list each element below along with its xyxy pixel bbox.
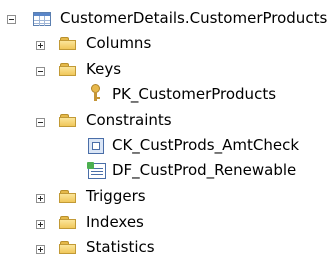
folder-icon (59, 216, 77, 229)
expand-icon[interactable] (36, 220, 45, 229)
table-icon (33, 12, 51, 26)
keys-label[interactable]: Keys (86, 60, 121, 78)
df-label[interactable]: DF_CustProd_Renewable (112, 161, 296, 179)
pk-label[interactable]: PK_CustomerProducts (112, 85, 276, 103)
root-label[interactable]: CustomerDetails.CustomerProducts (60, 9, 327, 27)
expand-icon[interactable] (36, 41, 45, 50)
folder-icon (59, 63, 77, 76)
folder-icon (59, 37, 77, 50)
key-icon (90, 84, 102, 102)
collapse-icon[interactable] (7, 15, 16, 24)
indexes-label[interactable]: Indexes (86, 213, 144, 231)
collapse-icon[interactable] (36, 67, 45, 76)
folder-icon (59, 190, 77, 203)
check-constraint-icon (88, 138, 104, 154)
triggers-label[interactable]: Triggers (86, 187, 146, 205)
statistics-label[interactable]: Statistics (86, 238, 155, 256)
collapse-icon[interactable] (36, 118, 45, 127)
default-constraint-icon (87, 162, 106, 179)
folder-icon (59, 114, 77, 127)
constraints-label[interactable]: Constraints (86, 111, 172, 129)
folder-icon (59, 241, 77, 254)
expand-icon[interactable] (36, 245, 45, 254)
ck-label[interactable]: CK_CustProds_AmtCheck (112, 136, 299, 154)
columns-label[interactable]: Columns (86, 34, 151, 52)
expand-icon[interactable] (36, 194, 45, 203)
